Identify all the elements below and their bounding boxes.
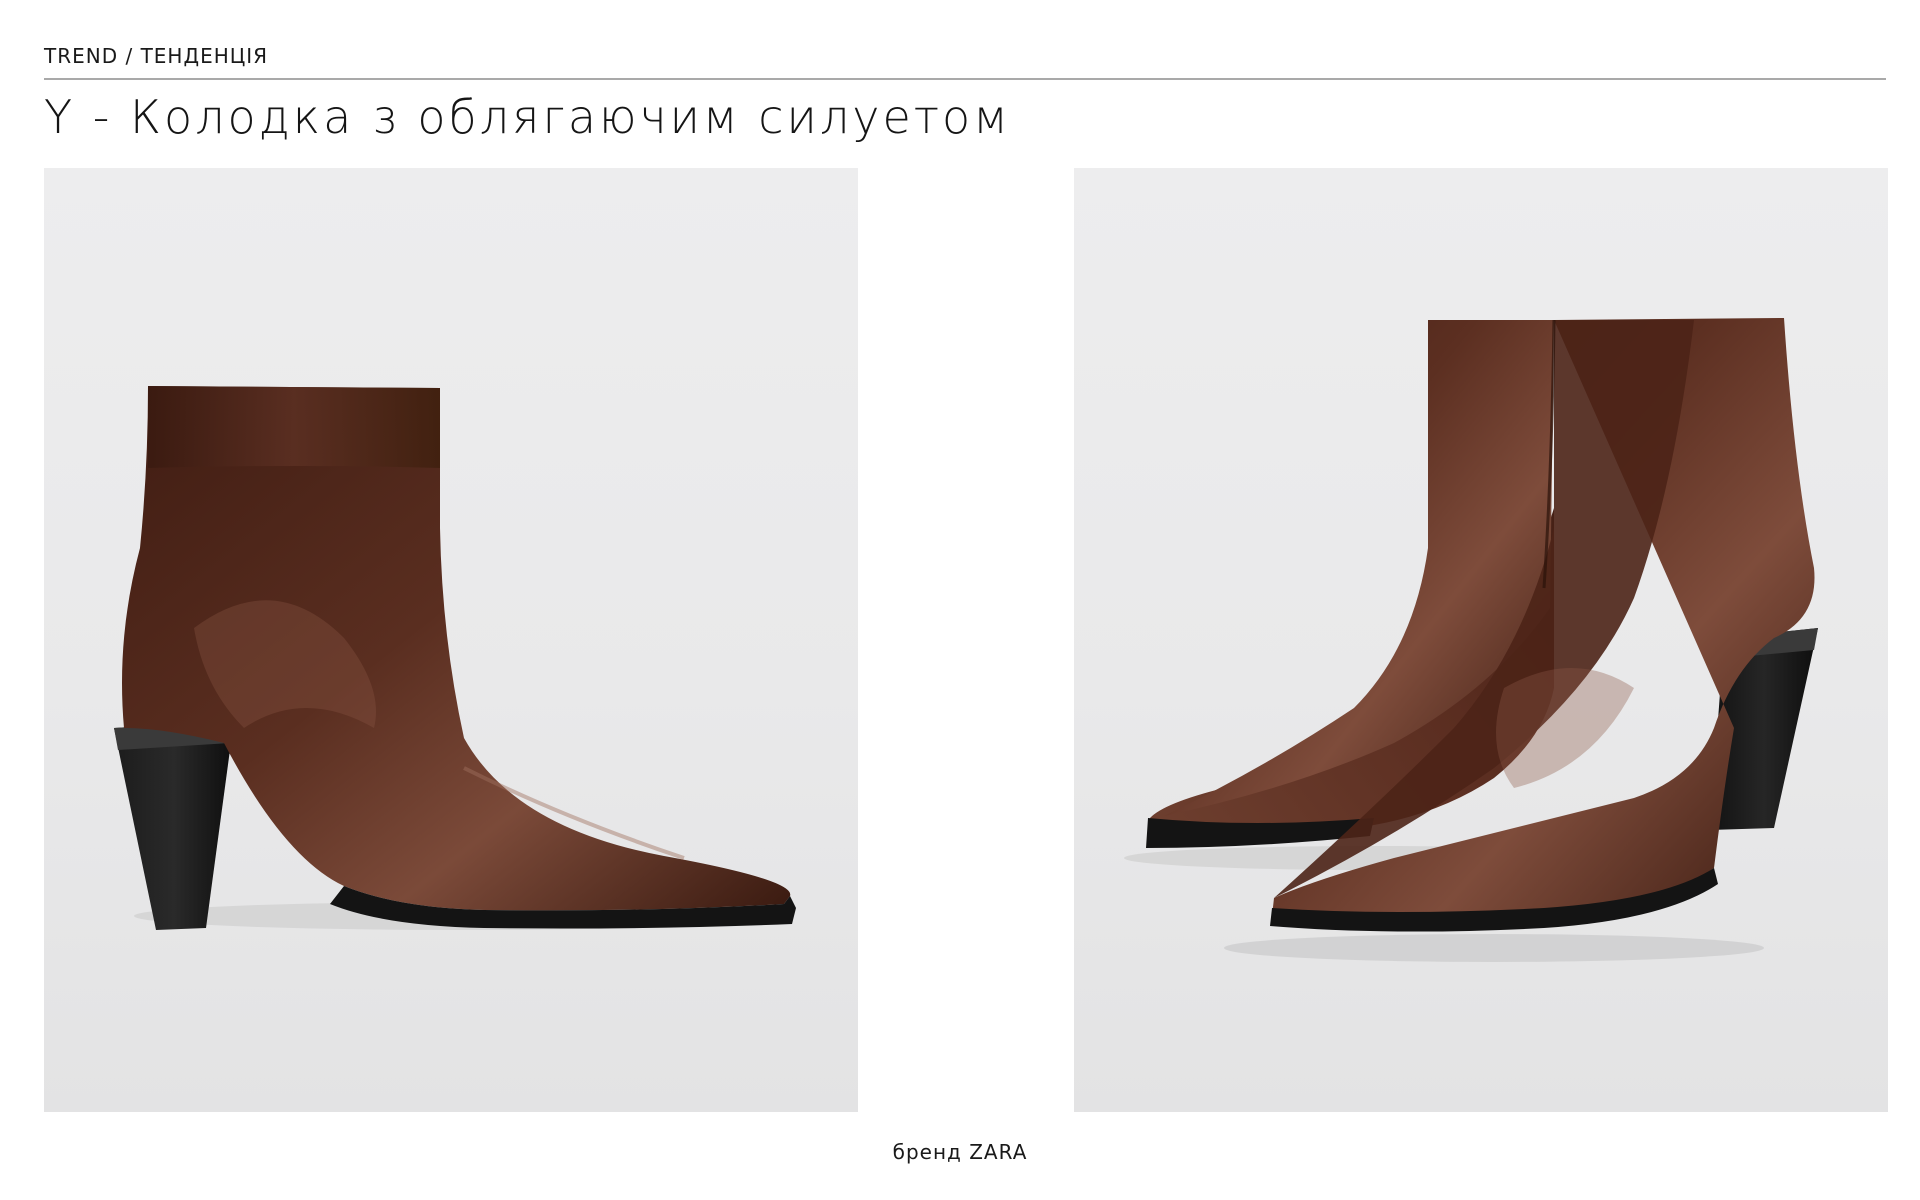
header-divider	[44, 78, 1886, 80]
side-view-boot-photo	[44, 168, 858, 1112]
pair-of-boots-photo	[1074, 168, 1888, 1112]
section-eyebrow: TREND / ТЕНДЕНЦІЯ	[44, 44, 269, 68]
page-title: Y - Колодка з облягаючим силуетом	[44, 90, 1011, 144]
brand-caption: бренд ZARA	[892, 1140, 1028, 1164]
